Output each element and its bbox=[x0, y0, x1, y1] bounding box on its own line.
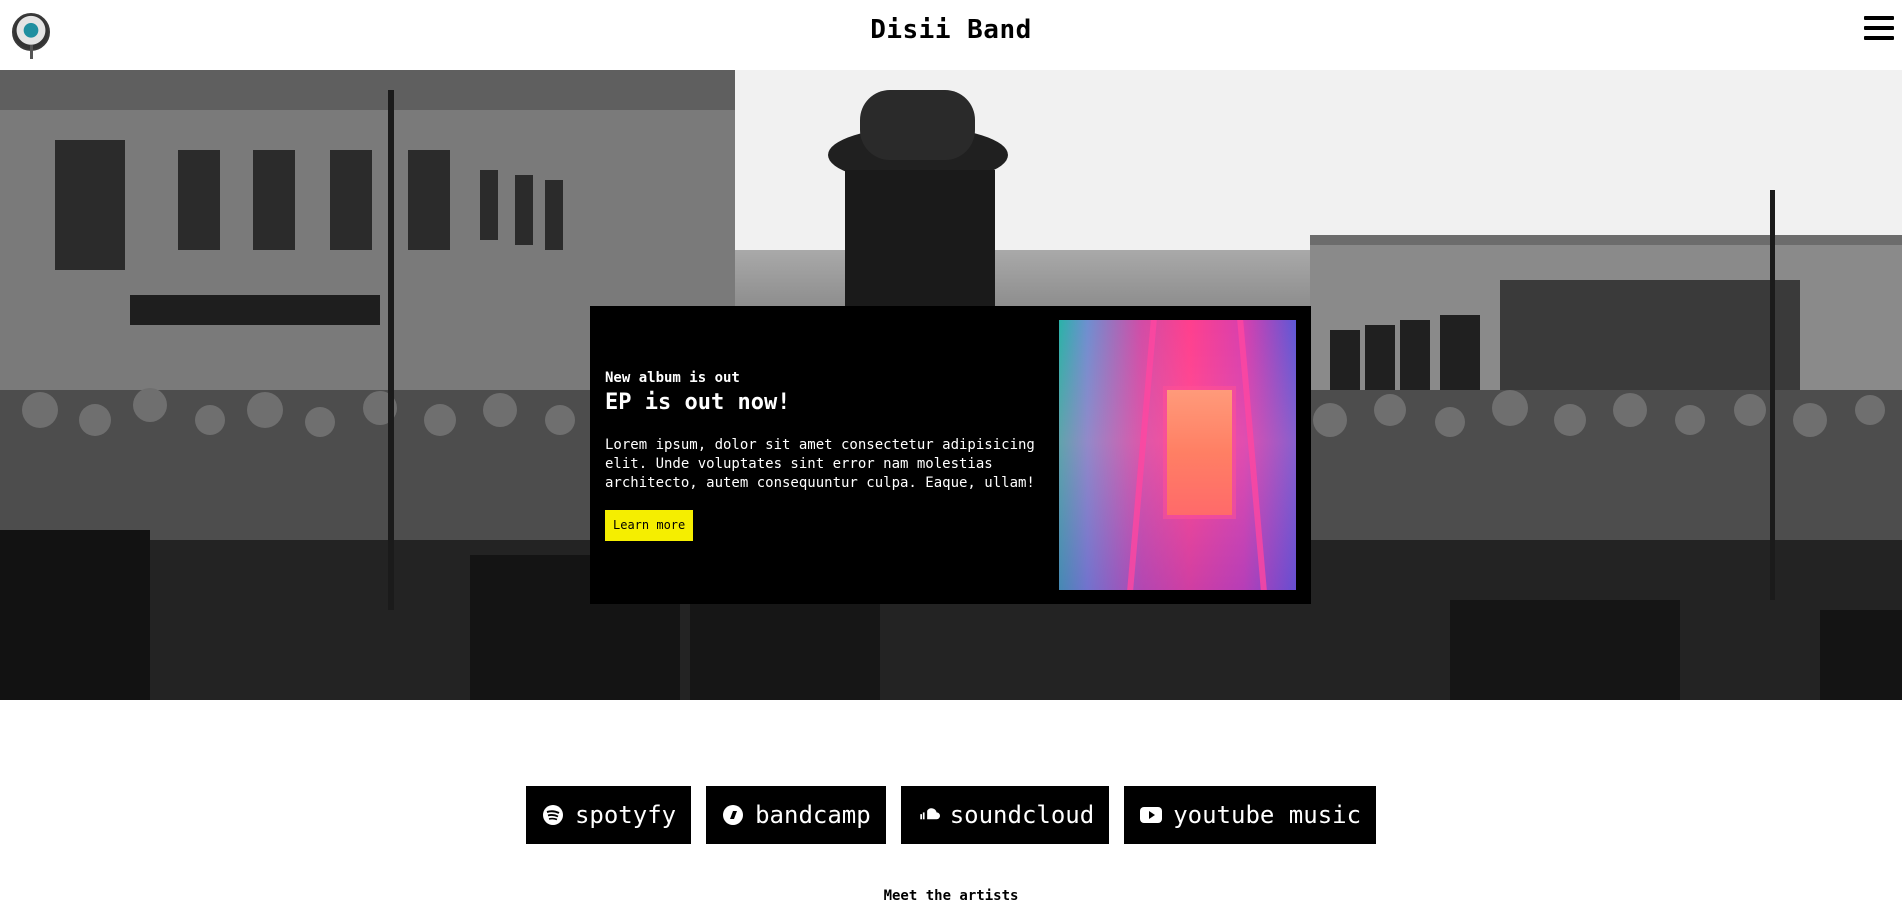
soundcloud-label: soundcloud bbox=[949, 801, 1095, 829]
promo-card: New album is out EP is out now! Lorem ip… bbox=[590, 306, 1311, 604]
youtube-music-button[interactable]: youtube music bbox=[1124, 786, 1377, 844]
bandcamp-button[interactable]: bandcamp bbox=[706, 786, 886, 844]
soundcloud-button[interactable]: soundcloud bbox=[900, 786, 1110, 844]
promo-body: Lorem ipsum, dolor sit amet consectetur … bbox=[605, 437, 1035, 491]
promo-eyebrow: New album is out bbox=[605, 370, 740, 386]
meet-the-artists-heading: Meet the artists bbox=[883, 888, 1019, 904]
hamburger-menu-icon[interactable] bbox=[1864, 16, 1894, 44]
soundcloud-icon bbox=[916, 803, 940, 827]
bandcamp-label: bandcamp bbox=[755, 801, 871, 829]
learn-more-button[interactable]: Learn more bbox=[605, 510, 694, 541]
streaming-platforms: spotyfy bandcamp soundcloud youtube musi… bbox=[0, 786, 1902, 844]
promo-headline: EP is out now! bbox=[605, 390, 791, 415]
site-header: Disii Band bbox=[0, 0, 1902, 70]
site-title: Disii Band bbox=[870, 15, 1032, 45]
album-cover-image[interactable] bbox=[1059, 320, 1296, 590]
spotify-label: spotyfy bbox=[574, 801, 677, 829]
spotify-icon bbox=[541, 803, 565, 827]
spotify-button[interactable]: spotyfy bbox=[525, 786, 692, 844]
hero-banner: New album is out EP is out now! Lorem ip… bbox=[0, 70, 1902, 700]
youtube-icon bbox=[1139, 803, 1163, 827]
youtube-music-label: youtube music bbox=[1173, 801, 1362, 829]
bandcamp-icon bbox=[721, 803, 745, 827]
